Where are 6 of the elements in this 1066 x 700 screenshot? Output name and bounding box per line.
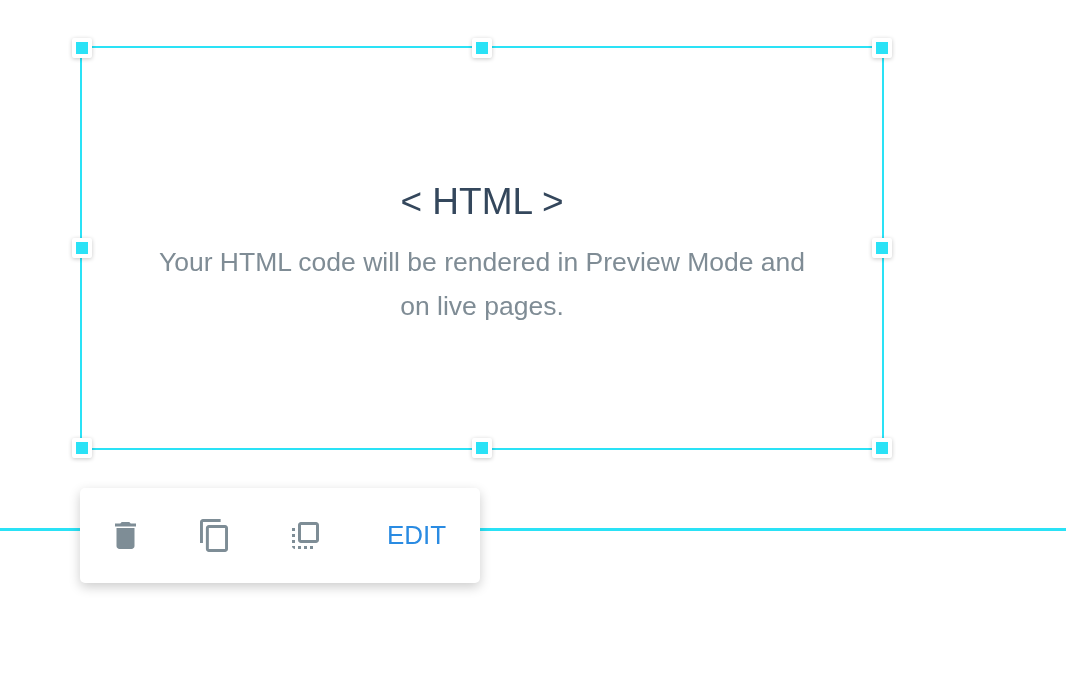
trash-icon: [114, 522, 136, 549]
block-title: < HTML >: [400, 180, 564, 224]
bring-to-front-icon: [291, 522, 319, 549]
edit-button[interactable]: EDIT: [379, 510, 455, 561]
block-description: Your HTML code will be rendered in Preview Mode and on live pages.: [157, 246, 807, 323]
copy-icon: [200, 519, 228, 552]
